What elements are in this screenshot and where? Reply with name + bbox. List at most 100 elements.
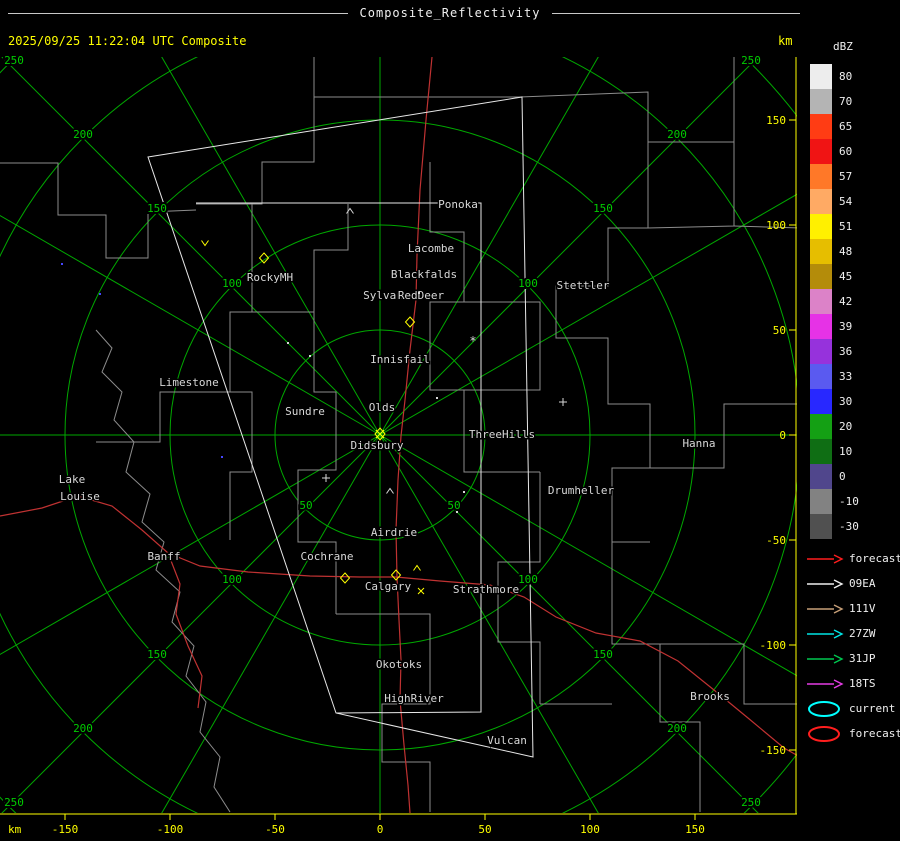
colorbar-value-label: 0 xyxy=(839,470,846,483)
city-label: Stettler xyxy=(557,279,610,292)
city-label: Strathmore xyxy=(453,583,519,596)
city-label: Cochrane xyxy=(301,550,354,563)
county-boundary xyxy=(196,97,314,204)
colorbar-entry: 80 xyxy=(810,64,859,89)
legend-track-09EA: 09EA xyxy=(806,571,900,596)
track-arrow-icon xyxy=(806,678,844,690)
colorbar-swatch xyxy=(810,314,832,339)
obs-marker xyxy=(309,355,311,357)
station-marker xyxy=(341,573,350,583)
track-arrow-icon xyxy=(806,603,844,615)
radar-map-canvas[interactable]: 5050100100100100150150150150200200200200… xyxy=(0,0,800,841)
obs-marker xyxy=(387,489,394,494)
legend-ellipse-label: forecast xyxy=(849,727,900,740)
colorbar-value-label: -10 xyxy=(839,495,859,508)
colorbar-swatch xyxy=(810,214,832,239)
azimuth-line xyxy=(380,0,660,435)
azimuth-line xyxy=(380,435,800,715)
obs-marker: * xyxy=(469,334,476,348)
colorbar-value-label: 51 xyxy=(839,220,852,233)
colorbar-swatch xyxy=(810,514,832,539)
right-axis-tick-label: -150 xyxy=(760,744,787,757)
colorbar-swatch xyxy=(810,239,832,264)
colorbar-value-label: 42 xyxy=(839,295,852,308)
colorbar-swatch xyxy=(810,64,832,89)
city-label: Hanna xyxy=(682,437,715,450)
ring-distance-label: 50 xyxy=(299,499,312,512)
colorbar-swatch xyxy=(810,364,832,389)
colorbar-value-label: 48 xyxy=(839,245,852,258)
ring-distance-label: 100 xyxy=(222,573,242,586)
reflectivity-colorbar: 807065605754514845423936333020100-10-30 xyxy=(810,64,859,539)
colorbar-value-label: 10 xyxy=(839,445,852,458)
track-arrow-icon xyxy=(806,653,844,665)
azimuth-line xyxy=(0,155,380,435)
city-label: Airdrie xyxy=(371,526,417,539)
ellipse-icon xyxy=(806,699,844,719)
obs-marker xyxy=(463,491,465,493)
city-labels-group: PonokaLacombeBlackfaldsSylvanRedDeerRock… xyxy=(59,198,730,747)
azimuth-line xyxy=(100,0,380,435)
ring-distance-label: 150 xyxy=(147,202,167,215)
city-label: HighRiver xyxy=(384,692,444,705)
coverage-outline xyxy=(148,97,533,757)
colorbar-value-label: 30 xyxy=(839,395,852,408)
city-label: Limestone xyxy=(159,376,219,389)
bottom-axis-unit-label: km xyxy=(8,823,22,836)
city-label: Okotoks xyxy=(376,658,422,671)
track-legend: forecast09EA111V27ZW31JP18TScurrentforec… xyxy=(806,546,900,746)
colorbar-value-label: 57 xyxy=(839,170,852,183)
bottom-axis-tick-label: -150 xyxy=(52,823,79,836)
ring-distance-label: 150 xyxy=(593,202,613,215)
colorbar-entry: 48 xyxy=(810,239,859,264)
colorbar-swatch xyxy=(810,164,832,189)
colorbar-entry: 0 xyxy=(810,464,859,489)
obs-marker xyxy=(436,397,438,399)
county-boundary xyxy=(648,142,734,228)
colorbar-swatch xyxy=(810,114,832,139)
city-label: RockyMH xyxy=(247,271,293,284)
colorbar-value-label: -30 xyxy=(839,520,859,533)
colorbar-value-label: 36 xyxy=(839,345,852,358)
colorbar-value-label: 39 xyxy=(839,320,852,333)
colorbar-entry: -10 xyxy=(810,489,859,514)
county-boundary xyxy=(314,57,520,97)
colorbar-value-label: 45 xyxy=(839,270,852,283)
range-rings-group xyxy=(0,0,800,841)
bottom-axis-tick-label: -100 xyxy=(157,823,184,836)
ring-distance-label: 50 xyxy=(447,499,460,512)
colorbar-title: dBZ xyxy=(833,40,853,53)
legend-track-forecast: forecast xyxy=(806,546,900,571)
legend-track-18TS: 18TS xyxy=(806,671,900,696)
colorbar-value-label: 20 xyxy=(839,420,852,433)
sidebar: dBZ 807065605754514845423936333020100-10… xyxy=(800,0,900,841)
city-label: Brooks xyxy=(690,690,730,703)
city-label: Olds xyxy=(369,401,396,414)
legend-ellipse-forecast: forecast xyxy=(806,721,900,746)
city-label: Innisfail xyxy=(370,353,430,366)
ring-distance-label: 200 xyxy=(73,722,93,735)
ring-distance-label: 200 xyxy=(667,722,687,735)
station-marker xyxy=(414,566,421,571)
radar-app-window: Composite_Reflectivity 2025/09/25 11:22:… xyxy=(0,0,900,841)
right-axis-tick-label: -100 xyxy=(760,639,787,652)
track-arrow-icon xyxy=(806,553,844,565)
ellipse-icon xyxy=(806,724,844,744)
colorbar-value-label: 54 xyxy=(839,195,852,208)
city-label: RedDeer xyxy=(398,289,445,302)
colorbar-entry: 10 xyxy=(810,439,859,464)
colorbar-entry: 65 xyxy=(810,114,859,139)
city-label: Calgary xyxy=(365,580,412,593)
county-boundary xyxy=(96,330,230,812)
colorbar-entry: 36 xyxy=(810,339,859,364)
station-marker xyxy=(202,241,209,246)
county-boundary xyxy=(650,404,800,468)
bottom-axis-tick-label: 150 xyxy=(685,823,705,836)
bottom-axis-tick-label: 100 xyxy=(580,823,600,836)
ring-distance-label: 150 xyxy=(593,648,613,661)
city-label: Didsbury xyxy=(351,439,404,452)
colorbar-swatch xyxy=(810,189,832,214)
colorbar-value-label: 33 xyxy=(839,370,852,383)
colorbar-entry: 54 xyxy=(810,189,859,214)
colorbar-swatch xyxy=(810,414,832,439)
